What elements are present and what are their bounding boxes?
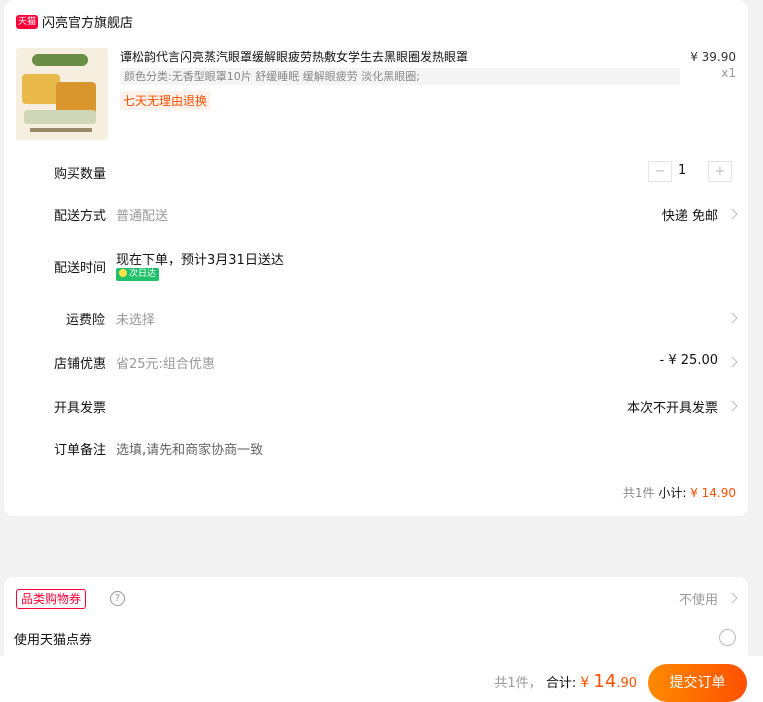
thumb-shape <box>30 128 92 132</box>
total-count: 共1件， <box>494 676 542 691</box>
total-currency: ¥ <box>580 675 590 691</box>
store-header[interactable]: 天猫 闪亮官方旗舰店 <box>16 12 133 31</box>
product-qty: x1 <box>721 66 736 80</box>
subtotal-amount: ¥ 14.90 <box>690 486 736 500</box>
product-price: ¥ 39.90 <box>690 50 736 64</box>
product-title[interactable]: 谭松韵代言闪亮蒸汽眼罩缓解眼疲劳热敷女学生去黑眼圈发热眼罩 <box>120 48 590 65</box>
store-discount-desc: 省25元:组合优惠 <box>116 357 215 372</box>
order-total: 共1件， 合计: ¥ 14.90 <box>494 671 637 692</box>
tmall-badge: 天猫 <box>16 14 39 29</box>
thumb-shape <box>24 110 96 124</box>
subtotal: 共1件 小计: ¥ 14.90 <box>623 484 736 501</box>
invoice-label: 开具发票 <box>54 401 107 416</box>
quantity-plus-button[interactable]: + <box>708 161 732 182</box>
points-coupon-radio[interactable] <box>719 629 736 646</box>
total-amount-dec: .90 <box>616 676 637 691</box>
thumb-shape <box>22 74 60 104</box>
total-label: 合计: <box>545 676 577 691</box>
invoice-value[interactable]: 本次不开具发票 <box>627 397 718 416</box>
checkout-bar: 共1件， 合计: ¥ 14.90 提交订单 <box>0 656 763 702</box>
return-policy-tag: 七天无理由退换 <box>120 91 211 110</box>
category-coupon-tag[interactable]: 品类购物券 <box>16 589 87 609</box>
shipping-label: 配送方式 <box>54 209 107 224</box>
quantity-label: 购买数量 <box>54 167 107 182</box>
shipping-value: 普通配送 <box>116 209 169 224</box>
shipping-method[interactable]: 快递 免邮 <box>662 205 718 224</box>
note-label: 订单备注 <box>54 443 107 458</box>
help-icon[interactable]: ? <box>110 591 125 606</box>
next-day-badge: 次日达 <box>116 268 160 281</box>
submit-order-button[interactable]: 提交订单 <box>648 664 747 702</box>
subtotal-label: 小计: <box>658 486 687 500</box>
subtotal-count: 共1件 <box>622 486 655 500</box>
order-card: 天猫 闪亮官方旗舰店 谭松韵代言闪亮蒸汽眼罩缓解眼疲劳热敷女学生去黑眼圈发热眼罩… <box>4 0 748 516</box>
next-day-text: 次日达 <box>129 269 157 279</box>
order-note-input[interactable]: 选填,请先和商家协商一致 <box>116 439 263 458</box>
chevron-right-icon[interactable] <box>726 356 738 368</box>
store-discount-label: 店铺优惠 <box>54 357 107 372</box>
thumb-shape <box>32 54 88 66</box>
insurance-value[interactable]: 未选择 <box>116 309 155 328</box>
store-discount-amount[interactable]: - ¥ 25.00 <box>660 353 718 368</box>
chevron-right-icon[interactable] <box>726 592 738 604</box>
category-coupon-value[interactable]: 不使用 <box>679 589 718 608</box>
chevron-right-icon[interactable] <box>726 312 738 324</box>
points-coupon-label: 使用天猫点券 <box>14 633 93 648</box>
lightning-icon <box>119 269 127 277</box>
product-thumbnail[interactable] <box>16 48 108 140</box>
total-amount-int: 14 <box>593 671 617 692</box>
product-sku[interactable]: 颜色分类:无香型眼罩10片 舒缓睡眠 缓解眼疲劳 淡化黑眼圈; <box>120 68 680 85</box>
insurance-label: 运费险 <box>66 313 106 328</box>
quantity-minus-button[interactable]: − <box>648 161 672 182</box>
store-name[interactable]: 闪亮官方旗舰店 <box>42 12 133 31</box>
quantity-value[interactable]: 1 <box>678 163 686 178</box>
delivery-label: 配送时间 <box>54 261 107 276</box>
chevron-right-icon[interactable] <box>726 400 738 412</box>
delivery-estimate: 现在下单，预计3月31日送达 <box>116 253 284 268</box>
chevron-right-icon[interactable] <box>726 208 738 220</box>
coupon-card: 品类购物券 ? 不使用 使用天猫点券 <box>4 577 748 661</box>
